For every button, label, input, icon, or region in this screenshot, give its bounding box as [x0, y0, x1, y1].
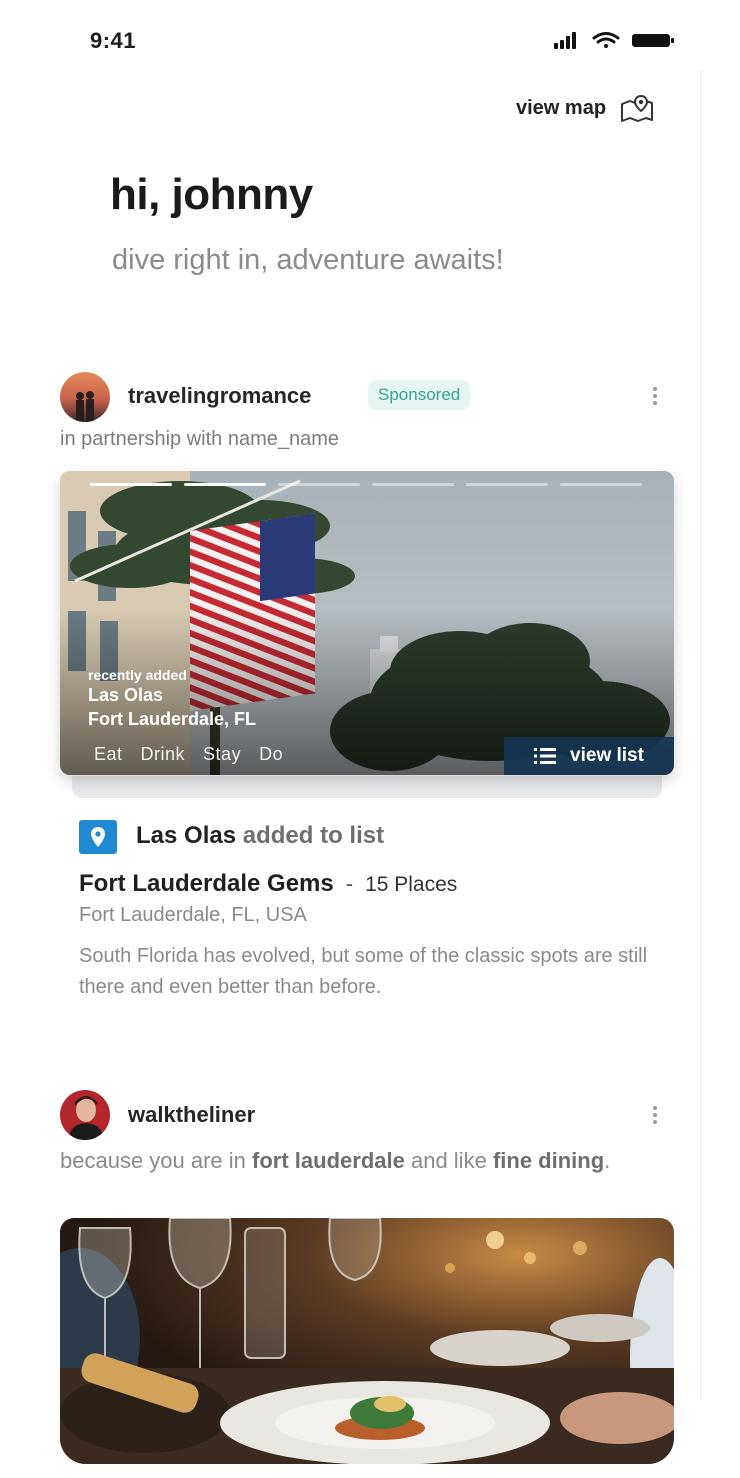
story-progress-segment: [90, 483, 172, 486]
sponsored-badge: Sponsored: [368, 380, 471, 410]
reason-prefix: because you are in: [60, 1148, 246, 1173]
list-place-count: 15 Places: [365, 873, 458, 896]
avatar[interactable]: [60, 372, 110, 422]
post-username[interactable]: travelingromance: [128, 383, 311, 409]
signal-icon: [554, 32, 576, 49]
status-icons: [554, 32, 674, 49]
location-pin-icon: [79, 820, 117, 854]
list-location: Fort Lauderdale, FL, USA: [79, 904, 307, 926]
greeting-title: hi, johnny: [110, 170, 313, 219]
hero-place-title: Las Olas: [88, 685, 164, 705]
view-list-button[interactable]: view list: [504, 737, 674, 775]
avatar-image: [60, 372, 110, 422]
activity-action: added to list: [242, 822, 385, 849]
app-screen: 9:41 view map hi, johnny dive right in, …: [0, 0, 740, 1478]
recommendation-reason: because you are in fort lauderdale and l…: [60, 1145, 660, 1176]
view-map-button[interactable]: view map: [516, 94, 654, 122]
category-stay[interactable]: Stay: [203, 744, 241, 765]
category-drink[interactable]: Drink: [141, 744, 186, 765]
more-options-icon[interactable]: [648, 384, 662, 408]
story-progress: [90, 483, 642, 486]
view-map-label: view map: [516, 96, 607, 119]
reason-mid: and like: [410, 1148, 487, 1173]
dining-photo: [60, 1218, 674, 1464]
battery-icon: [632, 34, 674, 47]
list-title[interactable]: Fort Lauderdale Gems: [79, 870, 334, 898]
list-separator: -: [345, 871, 354, 896]
category-eat[interactable]: Eat: [94, 744, 123, 765]
story-card[interactable]: recently added Las Olas Fort Lauderdale,…: [60, 471, 674, 775]
map-icon: [621, 94, 654, 122]
reason-suffix: .: [604, 1148, 611, 1173]
wifi-icon: [592, 32, 620, 48]
hero-place-location: Fort Lauderdale, FL: [88, 709, 257, 729]
screen-edge: [700, 70, 702, 1400]
view-list-label: view list: [570, 745, 644, 766]
avatar-image: [60, 1090, 110, 1140]
category-filters: Eat Drink Stay Do: [94, 744, 283, 765]
avatar[interactable]: [60, 1090, 110, 1140]
activity-place[interactable]: Las Olas: [136, 822, 236, 849]
story-progress-segment: [372, 483, 454, 486]
list-icon: [534, 748, 557, 764]
post-image[interactable]: [60, 1218, 674, 1464]
reason-interest: fine dining: [492, 1148, 605, 1173]
story-progress-segment: [278, 483, 360, 486]
story-progress-segment: [466, 483, 548, 486]
partnership-text: in partnership with name_name: [60, 428, 340, 450]
recently-added-label: recently added: [88, 667, 187, 683]
reason-city: fort lauderdale: [252, 1148, 405, 1173]
list-description: South Florida has evolved, but some of t…: [79, 945, 648, 998]
activity-text: Las Olas added to list: [136, 822, 384, 850]
category-do[interactable]: Do: [259, 744, 283, 765]
status-time: 9:41: [90, 28, 137, 53]
post-username[interactable]: walktheliner: [128, 1102, 255, 1128]
greeting-subtitle: dive right in, adventure awaits!: [112, 244, 504, 276]
story-progress-segment: [184, 483, 266, 486]
more-options-icon[interactable]: [648, 1103, 662, 1127]
list-title-row: Fort Lauderdale Gems - 15 Places: [79, 870, 457, 898]
story-progress-segment: [560, 483, 642, 486]
card-stack-shadow: [72, 776, 662, 798]
